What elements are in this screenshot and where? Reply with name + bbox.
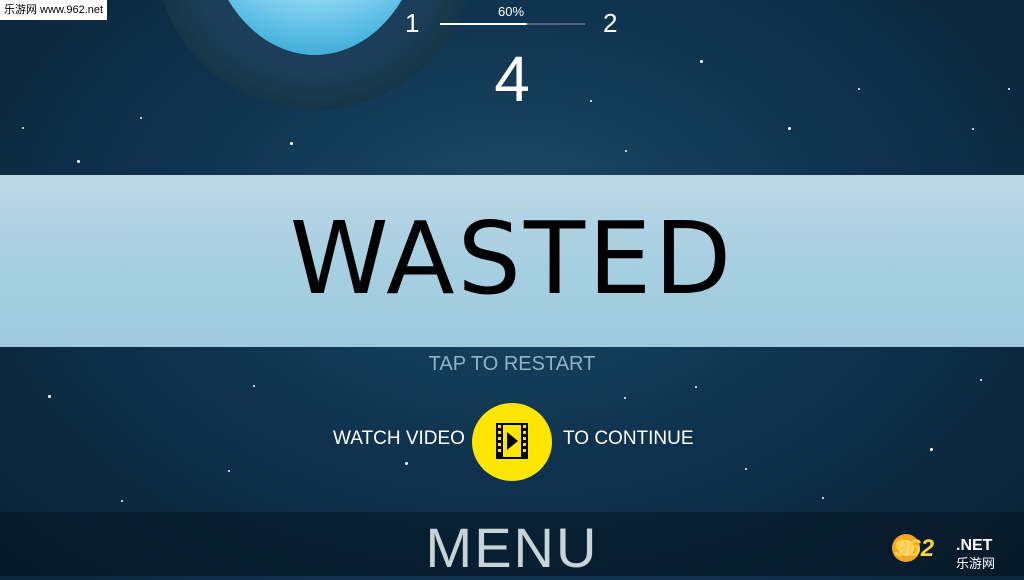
svg-text:.NET: .NET [956,537,993,554]
score-counter: 4 [494,43,530,115]
wasted-title: WASTED [289,200,735,317]
level-progress-bar [440,23,585,25]
progress-percent-label: 60% [497,4,525,19]
next-level-number: 2 [603,8,618,38]
to-continue-label: TO CONTINUE [563,428,694,449]
site-logo: 962 .NET 乐游网 [892,534,995,572]
watch-video-label: WATCH VIDEO [333,428,465,449]
watch-video-button[interactable] [472,403,552,481]
level-progress-fill [440,23,527,25]
menu-button[interactable]: MENU [0,515,1024,580]
svg-text:962: 962 [894,535,935,562]
site-watermark: 乐游网 www.962.net [0,0,108,20]
svg-text:乐游网: 乐游网 [956,557,995,572]
film-play-icon [496,423,528,459]
current-level-number: 1 [405,8,420,38]
tap-to-restart-text[interactable]: TAP TO RESTART [0,353,1024,376]
